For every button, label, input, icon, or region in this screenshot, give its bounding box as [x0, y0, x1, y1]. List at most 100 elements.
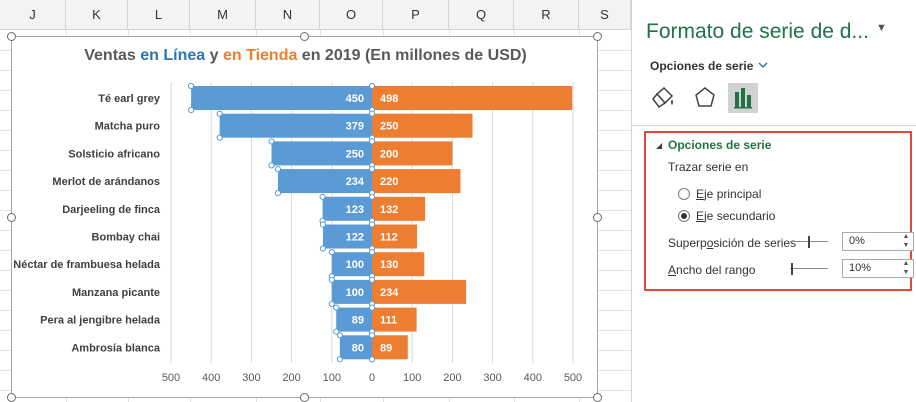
series-overlap-slider[interactable]: [790, 236, 828, 248]
selection-handle[interactable]: [268, 162, 275, 169]
x-tick-label: 200: [443, 372, 461, 384]
resize-handle-bottom-left[interactable]: [7, 393, 16, 402]
selection-handle[interactable]: [274, 166, 282, 173]
selection-handle[interactable]: [328, 300, 335, 307]
chevron-down-icon[interactable]: [756, 58, 770, 72]
data-label-store: 111: [380, 315, 397, 327]
selection-handle[interactable]: [188, 106, 195, 114]
data-label-online: 122: [346, 232, 364, 244]
gap-width-value[interactable]: 10%: [849, 262, 871, 274]
primary-axis-radio[interactable]: [678, 188, 690, 200]
data-label-online: 100: [346, 259, 364, 271]
spin-up-icon[interactable]: ▲: [902, 260, 910, 268]
divider: [632, 125, 916, 126]
selection-handle[interactable]: [368, 110, 376, 117]
selection-handle[interactable]: [336, 356, 343, 363]
selection-handle[interactable]: [368, 193, 376, 200]
primary-axis-label[interactable]: Eje principal: [696, 187, 761, 201]
column-header-r[interactable]: R: [514, 0, 579, 30]
column-header-j[interactable]: J: [0, 0, 66, 30]
x-tick-label: 200: [282, 372, 300, 384]
pane-options-dropdown-icon[interactable]: ▼: [876, 22, 887, 34]
plot-area[interactable]: Té earl grey 450 498 Matcha puro 379 250 Solst…: [12, 37, 599, 399]
column-header-l[interactable]: L: [128, 0, 190, 30]
selection-handle[interactable]: [368, 276, 376, 283]
resize-handle-top-right[interactable]: [593, 32, 602, 41]
selection-handle[interactable]: [188, 82, 195, 90]
category-label: Manzana picante: [72, 287, 160, 299]
spin-down-icon[interactable]: ▼: [902, 269, 910, 277]
selection-handle[interactable]: [319, 193, 326, 200]
resize-handle-top[interactable]: [300, 32, 309, 41]
column-header-m[interactable]: M: [190, 0, 256, 30]
format-series-pane: Formato de serie de d... ▼ Opciones de s…: [632, 0, 916, 402]
spreadsheet-area: JKLMNOPQRS Ventas en Línea y en Tienda e…: [0, 0, 631, 402]
data-label-store: 130: [380, 259, 398, 271]
resize-handle-bottom-right[interactable]: [593, 393, 602, 402]
resize-handle-right[interactable]: [593, 213, 602, 222]
selection-handle[interactable]: [274, 190, 282, 197]
category-label: Matcha puro: [95, 121, 161, 133]
gap-width-slider[interactable]: [790, 263, 828, 275]
data-label-store: 112: [380, 232, 398, 244]
gap-width-label: Ancho del rango: [668, 263, 756, 277]
chart-object[interactable]: Ventas en Línea y en Tienda en 2019 (En …: [7, 32, 602, 402]
spin-up-icon[interactable]: ▲: [902, 233, 910, 241]
selection-handle[interactable]: [368, 82, 376, 90]
selection-handle[interactable]: [368, 356, 376, 363]
selection-handle[interactable]: [368, 221, 376, 228]
category-label: Merlot de arándanos: [52, 176, 160, 188]
selection-handle[interactable]: [368, 332, 376, 339]
fill-line-icon[interactable]: [648, 83, 678, 113]
column-header-q[interactable]: Q: [449, 0, 514, 30]
resize-handle-left[interactable]: [7, 213, 16, 222]
selection-handle[interactable]: [319, 221, 327, 228]
section-title[interactable]: Opciones de serie: [668, 138, 771, 152]
column-header-s[interactable]: S: [579, 0, 631, 30]
selection-handle[interactable]: [368, 249, 376, 256]
slider-thumb[interactable]: [808, 236, 810, 248]
column-header-o[interactable]: O: [320, 0, 383, 30]
selection-handle[interactable]: [216, 110, 223, 117]
selection-handle[interactable]: [268, 138, 275, 145]
selection-handle[interactable]: [319, 245, 327, 252]
series-options-bars-icon[interactable]: [728, 83, 758, 113]
selection-handle[interactable]: [368, 304, 376, 311]
bar-store[interactable]: [372, 86, 573, 110]
selection-handle[interactable]: [333, 304, 340, 311]
data-label-store: 220: [380, 176, 398, 188]
secondary-axis-label[interactable]: Eje secundario: [696, 209, 775, 223]
slider-thumb[interactable]: [790, 263, 793, 275]
x-tick-label: 0: [369, 372, 375, 384]
data-label-store: 200: [380, 148, 398, 160]
data-label-store: 132: [380, 204, 398, 216]
selection-handle[interactable]: [368, 166, 376, 173]
x-tick-label: 300: [242, 372, 260, 384]
gap-width-spinner[interactable]: 10% ▲ ▼: [842, 259, 914, 278]
selection-handle[interactable]: [216, 134, 223, 141]
slider-track: [790, 268, 828, 269]
series-overlap-value[interactable]: 0%: [849, 235, 865, 247]
column-header-p[interactable]: P: [383, 0, 449, 30]
column-header-n[interactable]: N: [256, 0, 320, 30]
resize-handle-bottom[interactable]: [300, 393, 309, 402]
category-label: Solsticio africano: [68, 148, 160, 160]
selection-handle[interactable]: [336, 332, 343, 339]
data-label-online: 123: [346, 204, 364, 216]
series-overlap-label: Superposición de series: [668, 236, 797, 250]
selection-handle[interactable]: [328, 249, 335, 256]
series-overlap-spinner[interactable]: 0% ▲ ▼: [842, 232, 914, 251]
effects-pentagon-icon[interactable]: [690, 83, 720, 113]
spin-down-icon[interactable]: ▼: [902, 242, 910, 250]
collapse-triangle-icon[interactable]: ◢: [656, 141, 662, 150]
data-label-online: 234: [346, 176, 365, 188]
resize-handle-top-left[interactable]: [7, 32, 16, 41]
column-header-k[interactable]: K: [66, 0, 128, 30]
data-label-store: 89: [380, 342, 392, 354]
secondary-axis-radio[interactable]: [678, 210, 690, 222]
series-options-dropdown[interactable]: Opciones de serie: [650, 59, 753, 73]
selection-handle[interactable]: [328, 276, 335, 283]
x-tick-label: 100: [323, 372, 341, 384]
selection-handle[interactable]: [368, 138, 376, 145]
category-label: Néctar de frambuesa helada: [13, 259, 161, 271]
